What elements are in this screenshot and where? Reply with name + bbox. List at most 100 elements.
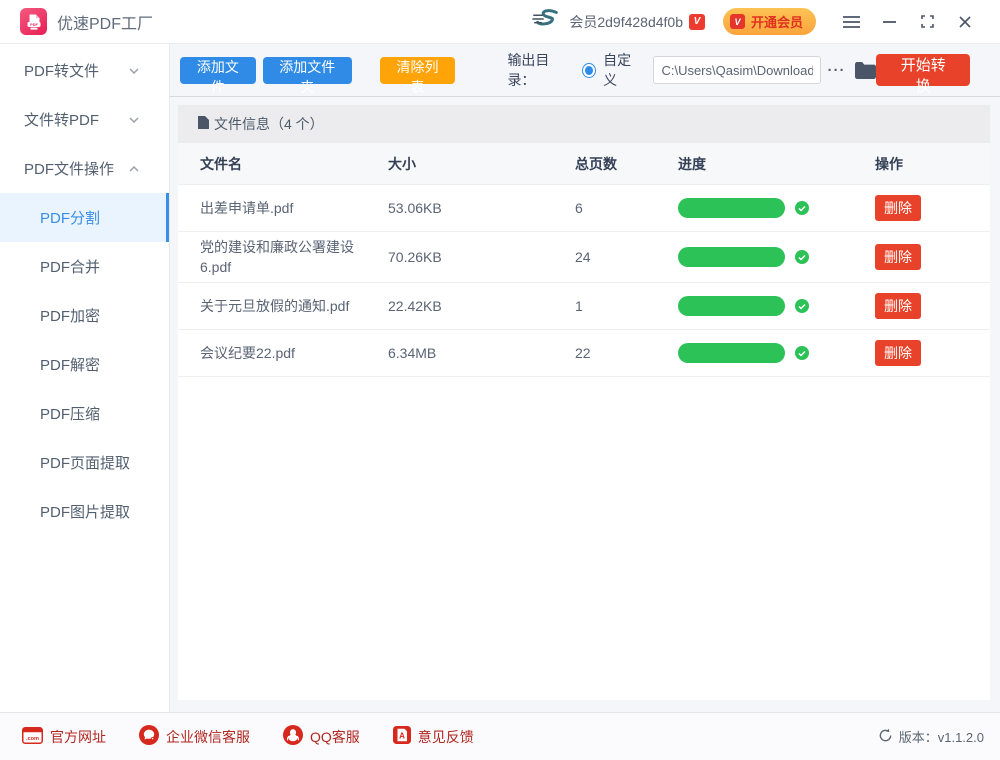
wechat-service-link[interactable]: 企业微信客服 <box>139 725 250 748</box>
sidebar-group-label: PDF文件操作 <box>24 158 114 179</box>
file-name: 会议纪要22.pdf <box>200 343 388 363</box>
official-website-label: 官方网址 <box>50 727 106 747</box>
svg-text:.com: .com <box>26 736 39 742</box>
content-area: 文件信息（4 个） 文件名 大小 总页数 进度 操作 出差申请单.pdf 53.… <box>170 97 1000 712</box>
wechat-service-icon <box>139 725 159 748</box>
document-icon <box>198 116 209 132</box>
table-row: 会议纪要22.pdf 6.34MB 22 删除 <box>178 330 990 377</box>
wechat-service-label: 企业微信客服 <box>166 727 250 747</box>
feedback-label: 意见反馈 <box>418 727 474 747</box>
sidebar: PDF转文件 文件转PDF PDF文件操作 PDF分割 PDF合并 PDF加密 <box>0 44 170 712</box>
file-pages: 24 <box>575 249 678 265</box>
file-size: 70.26KB <box>388 249 575 265</box>
file-name: 出差申请单.pdf <box>200 198 388 218</box>
check-circle-icon <box>795 201 809 215</box>
maximize-button[interactable] <box>914 9 940 35</box>
sidebar-item-pdf-merge[interactable]: PDF合并 <box>0 242 169 291</box>
sidebar-item-label: PDF分割 <box>40 207 100 228</box>
vip-badge-icon: V <box>689 14 705 30</box>
progress-bar <box>678 247 785 267</box>
footer-bar: .com 官方网址 企业微信客服 <box>0 712 1000 760</box>
file-pages: 6 <box>575 200 678 216</box>
qq-service-link[interactable]: QQ客服 <box>283 725 360 748</box>
open-vip-label: 开通会员 <box>751 12 803 31</box>
column-header-size: 大小 <box>388 154 575 174</box>
member-avatar-icon <box>531 8 561 35</box>
official-website-link[interactable]: .com 官方网址 <box>22 727 106 747</box>
toolbar: 添加文件 添加文件夹 清除列表 输出目录： 自定义 ··· 开始转换 <box>170 44 1000 97</box>
sidebar-group-pdf-operations[interactable]: PDF文件操作 <box>0 144 169 193</box>
browse-more-button[interactable]: ··· <box>827 62 845 79</box>
sidebar-item-label: PDF页面提取 <box>40 452 130 473</box>
check-update-icon[interactable] <box>878 728 893 746</box>
file-name: 关于元旦放假的通知.pdf <box>200 296 388 316</box>
sidebar-item-label: PDF加密 <box>40 305 100 326</box>
check-circle-icon <box>795 346 809 360</box>
progress-bar <box>678 296 785 316</box>
clear-list-button[interactable]: 清除列表 <box>380 57 456 84</box>
member-account[interactable]: 会员2d9f428d4f0b V <box>531 8 705 35</box>
progress-bar <box>678 343 785 363</box>
app-title: 优速PDF工厂 <box>57 10 153 34</box>
website-icon: .com <box>22 727 43 747</box>
file-pages: 22 <box>575 345 678 361</box>
delete-button[interactable]: 删除 <box>875 340 921 366</box>
sidebar-item-label: PDF合并 <box>40 256 100 277</box>
file-name: 党的建设和廉政公署建设6.pdf <box>200 237 388 277</box>
version-info: 版本：v1.1.2.0 <box>878 727 984 746</box>
sidebar-item-pdf-split[interactable]: PDF分割 <box>0 193 169 242</box>
qq-service-label: QQ客服 <box>310 727 360 747</box>
svg-text:A: A <box>399 732 405 741</box>
sidebar-group-pdf-to-file[interactable]: PDF转文件 <box>0 46 169 95</box>
progress-cell <box>678 247 875 267</box>
column-header-filename: 文件名 <box>200 154 388 174</box>
sidebar-item-pdf-decrypt[interactable]: PDF解密 <box>0 340 169 389</box>
file-size: 6.34MB <box>388 345 575 361</box>
progress-bar <box>678 198 785 218</box>
sidebar-group-file-to-pdf[interactable]: 文件转PDF <box>0 95 169 144</box>
minimize-button[interactable] <box>876 9 902 35</box>
version-label: 版本：v1.1.2.0 <box>899 727 984 746</box>
output-path-input[interactable] <box>653 56 821 84</box>
delete-button[interactable]: 删除 <box>875 244 921 270</box>
table-row: 党的建设和廉政公署建设6.pdf 70.26KB 24 删除 <box>178 232 990 283</box>
start-convert-button[interactable]: 开始转换 <box>876 54 970 86</box>
column-header-actions: 操作 <box>875 154 990 174</box>
sidebar-item-pdf-compress[interactable]: PDF压缩 <box>0 389 169 438</box>
sidebar-group-label: 文件转PDF <box>24 109 99 130</box>
open-folder-button[interactable] <box>855 62 876 79</box>
sidebar-group-label: PDF转文件 <box>24 60 99 81</box>
table-header-row: 文件名 大小 总页数 进度 操作 <box>178 143 990 185</box>
sidebar-item-label: PDF压缩 <box>40 403 100 424</box>
sidebar-item-label: PDF解密 <box>40 354 100 375</box>
custom-output-radio[interactable]: 自定义 <box>582 50 641 90</box>
delete-button[interactable]: 删除 <box>875 293 921 319</box>
custom-radio-label: 自定义 <box>603 50 641 90</box>
menu-button[interactable] <box>838 9 864 35</box>
check-circle-icon <box>795 250 809 264</box>
chevron-down-icon <box>129 68 139 74</box>
sidebar-item-label: PDF图片提取 <box>40 501 130 522</box>
feedback-icon: A <box>393 726 411 747</box>
member-id-label: 会员2d9f428d4f0b <box>569 12 683 32</box>
progress-cell <box>678 296 875 316</box>
sidebar-item-pdf-encrypt[interactable]: PDF加密 <box>0 291 169 340</box>
file-size: 22.42KB <box>388 298 575 314</box>
file-pages: 1 <box>575 298 678 314</box>
sidebar-item-pdf-image-extract[interactable]: PDF图片提取 <box>0 487 169 536</box>
progress-cell <box>678 198 875 218</box>
radio-selected-icon <box>582 63 596 78</box>
output-dir-label: 输出目录： <box>507 50 572 90</box>
sidebar-item-pdf-page-extract[interactable]: PDF页面提取 <box>0 438 169 487</box>
add-file-button[interactable]: 添加文件 <box>180 57 256 84</box>
column-header-progress: 进度 <box>678 154 875 174</box>
open-vip-button[interactable]: V 开通会员 <box>723 8 816 35</box>
column-header-pages: 总页数 <box>575 154 678 174</box>
close-button[interactable] <box>952 9 978 35</box>
app-window: PDF 优速PDF工厂 会员2d9f428d4f0b V V 开通会员 <box>0 0 1000 760</box>
check-circle-icon <box>795 299 809 313</box>
vip-icon: V <box>730 14 745 29</box>
add-folder-button[interactable]: 添加文件夹 <box>263 57 352 84</box>
delete-button[interactable]: 删除 <box>875 195 921 221</box>
feedback-link[interactable]: A 意见反馈 <box>393 726 474 747</box>
